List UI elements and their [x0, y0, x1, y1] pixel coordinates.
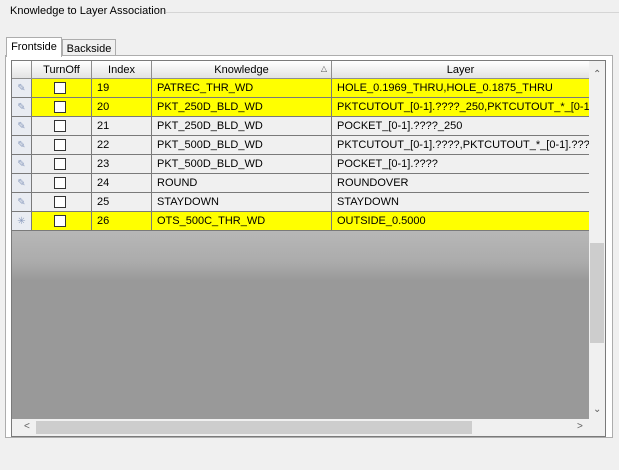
tab-frontside[interactable]: Frontside	[6, 37, 62, 57]
turnoff-checkbox[interactable]	[54, 196, 66, 208]
index-cell[interactable]: 25	[92, 193, 152, 212]
pencil-icon[interactable]: ✎	[12, 193, 32, 212]
table-row[interactable]: ✎ 22 PKT_500D_BLD_WD PKTCUTOUT_[0-1].????,P…	[12, 136, 590, 155]
group-border	[166, 12, 619, 13]
pencil-icon[interactable]: ✎	[12, 79, 32, 98]
layer-cell[interactable]: ROUNDOVER	[332, 174, 590, 193]
knowledge-cell[interactable]: PKT_500D_BLD_WD	[152, 136, 332, 155]
knowledge-cell[interactable]: OTS_500C_THR_WD	[152, 212, 332, 231]
turnoff-cell	[32, 117, 92, 136]
turnoff-cell	[32, 174, 92, 193]
vertical-scrollbar[interactable]: ⌃ ⌄	[589, 61, 605, 420]
horizontal-scrollbar[interactable]: < >	[12, 419, 589, 436]
layer-cell[interactable]: POCKET_[0-1].????_250	[332, 117, 590, 136]
turnoff-cell	[32, 212, 92, 231]
pencil-icon[interactable]: ✎	[12, 117, 32, 136]
table-row[interactable]: ✎ 25 STAYDOWN STAYDOWN	[12, 193, 590, 212]
pencil-icon[interactable]: ✎	[12, 136, 32, 155]
group-title: Knowledge to Layer Association	[8, 5, 168, 17]
scroll-corner	[589, 419, 605, 436]
pencil-icon[interactable]: ✎	[12, 98, 32, 117]
layer-cell[interactable]: STAYDOWN	[332, 193, 590, 212]
knowledge-cell[interactable]: PATREC_THR_WD	[152, 79, 332, 98]
knowledge-cell[interactable]: STAYDOWN	[152, 193, 332, 212]
horizontal-scroll-thumb[interactable]	[36, 421, 472, 434]
table-row[interactable]: ✎ 19 PATREC_THR_WD HOLE_0.1969_THRU,HOLE_0.…	[12, 79, 590, 98]
index-cell[interactable]: 24	[92, 174, 152, 193]
knowledge-cell[interactable]: PKT_250D_BLD_WD	[152, 98, 332, 117]
turnoff-checkbox[interactable]	[54, 158, 66, 170]
turnoff-cell	[32, 136, 92, 155]
turnoff-checkbox[interactable]	[54, 82, 66, 94]
table-row[interactable]: ✎ 24 ROUND ROUNDOVER	[12, 174, 590, 193]
scroll-down-icon[interactable]: ⌄	[593, 404, 601, 416]
index-cell[interactable]: 23	[92, 155, 152, 174]
turnoff-checkbox[interactable]	[54, 215, 66, 227]
index-cell[interactable]: 26	[92, 212, 152, 231]
turnoff-cell	[32, 155, 92, 174]
header-turnoff[interactable]: TurnOff	[32, 61, 92, 79]
table-row[interactable]: ✎ 20 PKT_250D_BLD_WD PKTCUTOUT_[0-1].????_2…	[12, 98, 590, 117]
knowledge-cell[interactable]: PKT_250D_BLD_WD	[152, 117, 332, 136]
index-cell[interactable]: 21	[92, 117, 152, 136]
turnoff-checkbox[interactable]	[54, 139, 66, 151]
turnoff-checkbox[interactable]	[54, 101, 66, 113]
table-row[interactable]: ✎ 23 PKT_500D_BLD_WD POCKET_[0-1].????	[12, 155, 590, 174]
scroll-up-icon[interactable]: ⌃	[593, 69, 601, 81]
layer-cell[interactable]: PKTCUTOUT_[0-1].????_250,PKTCUTOUT_*_[0-…	[332, 98, 590, 117]
layer-cell[interactable]: OUTSIDE_0.5000	[332, 212, 590, 231]
knowledge-cell[interactable]: PKT_500D_BLD_WD	[152, 155, 332, 174]
table-row[interactable]: ✳ 26 OTS_500C_THR_WD OUTSIDE_0.5000	[12, 212, 590, 231]
turnoff-cell	[32, 79, 92, 98]
index-cell[interactable]: 22	[92, 136, 152, 155]
turnoff-cell	[32, 193, 92, 212]
index-cell[interactable]: 20	[92, 98, 152, 117]
turnoff-checkbox[interactable]	[54, 177, 66, 189]
layer-cell[interactable]: POCKET_[0-1].????	[332, 155, 590, 174]
new-row-icon[interactable]: ✳	[12, 212, 32, 231]
layer-cell[interactable]: HOLE_0.1969_THRU,HOLE_0.1875_THRU	[332, 79, 590, 98]
layer-cell[interactable]: PKTCUTOUT_[0-1].????,PKTCUTOUT_*_[0-1].?…	[332, 136, 590, 155]
scroll-left-icon[interactable]: <	[24, 421, 30, 433]
header-knowledge-label: Knowledge	[214, 64, 269, 76]
knowledge-layer-grid: TurnOff Index Knowledge △ Layer ✎ 19 PATRE…	[11, 60, 606, 437]
sort-ascending-icon: △	[320, 64, 328, 73]
index-cell[interactable]: 19	[92, 79, 152, 98]
scroll-right-icon[interactable]: >	[577, 421, 583, 433]
header-knowledge[interactable]: Knowledge △	[152, 61, 332, 79]
header-select-column	[12, 61, 32, 79]
grid-header: TurnOff Index Knowledge △ Layer	[12, 61, 605, 79]
header-layer[interactable]: Layer	[332, 61, 590, 79]
vertical-scroll-thumb[interactable]	[590, 243, 604, 343]
knowledge-cell[interactable]: ROUND	[152, 174, 332, 193]
pencil-icon[interactable]: ✎	[12, 174, 32, 193]
turnoff-checkbox[interactable]	[54, 120, 66, 132]
turnoff-cell	[32, 98, 92, 117]
header-index[interactable]: Index	[92, 61, 152, 79]
pencil-icon[interactable]: ✎	[12, 155, 32, 174]
table-row[interactable]: ✎ 21 PKT_250D_BLD_WD POCKET_[0-1].????_250	[12, 117, 590, 136]
